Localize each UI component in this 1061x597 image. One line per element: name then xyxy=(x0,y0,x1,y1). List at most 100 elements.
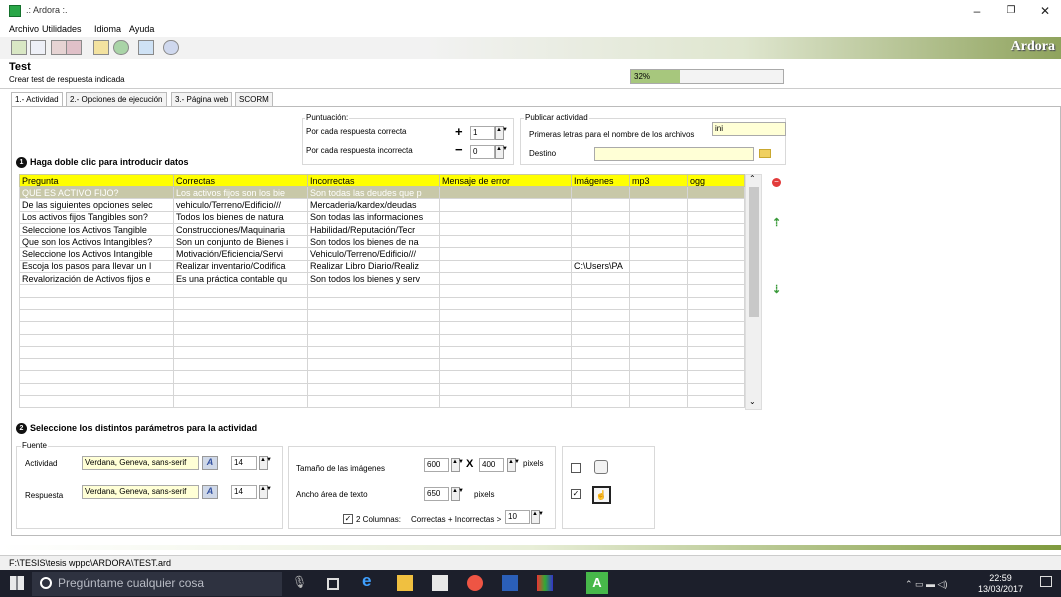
grid-cell[interactable]: Son todos los bienes y serv xyxy=(307,272,440,286)
microphone-icon[interactable]: 🎙 xyxy=(292,575,308,591)
chrome-icon[interactable] xyxy=(467,575,483,591)
preview-icon[interactable] xyxy=(93,40,109,55)
grid-cell[interactable] xyxy=(687,333,745,347)
grid-cell[interactable]: vehiculo/Terreno/Edificio/// xyxy=(173,198,308,212)
table-row[interactable]: Seleccione los Activos Tangible Construcc… xyxy=(19,222,745,237)
grid-cell[interactable] xyxy=(629,272,688,286)
export-icon[interactable] xyxy=(66,40,82,55)
grid-cell[interactable]: Construcciones/Maquinaria xyxy=(173,222,308,237)
package-icon[interactable] xyxy=(51,40,67,55)
grid-cell[interactable] xyxy=(173,296,308,310)
grid-cell[interactable] xyxy=(173,382,308,397)
table-row[interactable] xyxy=(19,284,745,298)
grid-cell[interactable] xyxy=(439,358,572,372)
store-icon[interactable] xyxy=(432,575,448,591)
menu-utilidades[interactable]: Utilidades xyxy=(42,24,82,34)
grid-cell[interactable] xyxy=(307,333,440,347)
grid-cell[interactable] xyxy=(629,395,688,409)
grid-cell[interactable] xyxy=(629,185,688,200)
grid-cell[interactable] xyxy=(629,308,688,323)
image-height-input[interactable]: 400 xyxy=(479,458,504,472)
menu-ayuda[interactable]: Ayuda xyxy=(129,24,154,34)
grid-column-header[interactable]: Imágenes xyxy=(571,174,630,187)
table-row[interactable]: Los activos fijos Tangibles son? Todos lo… xyxy=(19,210,745,224)
grid-cell[interactable] xyxy=(19,296,174,310)
activity-icon[interactable] xyxy=(11,40,27,55)
grid-cell[interactable] xyxy=(439,198,572,212)
grid-cell[interactable]: C:\Users\PA xyxy=(571,259,630,274)
grid-cell[interactable] xyxy=(173,358,308,372)
grid-cell[interactable] xyxy=(629,198,688,212)
grid-cell[interactable]: De las siguientes opciones selec xyxy=(19,198,174,212)
scroll-up-icon[interactable]: ⌃ xyxy=(749,174,756,183)
grid-cell[interactable]: Son todas las informaciones xyxy=(307,210,440,224)
grid-cell[interactable] xyxy=(439,235,572,249)
grid-cell[interactable] xyxy=(307,382,440,397)
grid-cell[interactable] xyxy=(439,321,572,335)
grid-cell[interactable] xyxy=(687,284,745,298)
grid-cell[interactable]: Realizar inventario/Codifica xyxy=(173,259,308,274)
grid-cell[interactable] xyxy=(687,308,745,323)
grid-cell[interactable]: Seleccione los Activos Tangible xyxy=(19,222,174,237)
move-down-icon[interactable]: ⇣ xyxy=(772,283,781,296)
grid-column-header[interactable]: Mensaje de error xyxy=(439,174,572,187)
grid-cell[interactable] xyxy=(173,395,308,409)
grid-cell[interactable] xyxy=(173,333,308,347)
destination-input[interactable] xyxy=(594,147,754,161)
grid-cell[interactable] xyxy=(571,247,630,261)
minimize-button[interactable]: – xyxy=(962,2,992,20)
windows-start-icon[interactable] xyxy=(10,576,24,590)
word-icon[interactable] xyxy=(502,575,518,591)
grid-cell[interactable] xyxy=(629,222,688,237)
settings-icon[interactable] xyxy=(138,40,154,55)
image-width-spinner[interactable]: ▲▼ xyxy=(451,458,464,472)
grid-cell[interactable] xyxy=(307,308,440,323)
table-row[interactable]: Revalorización de Activos fijos e Es una … xyxy=(19,272,745,286)
notifications-icon[interactable] xyxy=(1040,576,1052,587)
option-checkbox-1[interactable] xyxy=(571,463,581,473)
grid-cell[interactable] xyxy=(571,198,630,212)
grid-cell[interactable] xyxy=(571,296,630,310)
grid-cell[interactable]: Habilidad/Reputación/Tecr xyxy=(307,222,440,237)
grid-cell[interactable] xyxy=(571,210,630,224)
grid-cell[interactable] xyxy=(19,358,174,372)
grid-cell[interactable]: QUE ES ACTIVO FIJO? xyxy=(19,185,174,200)
scroll-thumb[interactable] xyxy=(749,187,759,317)
grid-cell[interactable] xyxy=(571,222,630,237)
grid-cell[interactable] xyxy=(571,345,630,360)
grid-cell[interactable] xyxy=(629,370,688,384)
task-view-icon[interactable] xyxy=(327,578,339,590)
cortana-search-box[interactable]: Pregúntame cualquier cosa xyxy=(32,572,282,596)
grid-cell[interactable] xyxy=(629,321,688,335)
two-columns-checkbox[interactable]: ✓ xyxy=(343,514,353,524)
tab-scorm[interactable]: SCORM xyxy=(235,92,273,106)
grid-cell[interactable] xyxy=(687,198,745,212)
table-row[interactable] xyxy=(19,358,745,372)
grid-cell[interactable] xyxy=(439,272,572,286)
grid-cell[interactable] xyxy=(687,272,745,286)
table-row[interactable]: QUE ES ACTIVO FIJO? Los activos fijos son… xyxy=(19,185,745,200)
grid-cell[interactable] xyxy=(687,222,745,237)
table-row[interactable] xyxy=(19,370,745,384)
system-tray-icons[interactable]: ⌃ ▭ ▬ ◁) xyxy=(905,579,947,590)
grid-cell[interactable] xyxy=(629,259,688,274)
grid-cell[interactable] xyxy=(687,321,745,335)
grid-cell[interactable] xyxy=(439,370,572,384)
grid-cell[interactable] xyxy=(173,345,308,360)
grid-cell[interactable]: Son todas las deudes que p xyxy=(307,185,440,200)
prefix-input[interactable]: ini xyxy=(712,122,786,136)
grid-cell[interactable] xyxy=(439,382,572,397)
grid-cell[interactable] xyxy=(439,222,572,237)
grid-cell[interactable] xyxy=(629,247,688,261)
file-explorer-icon[interactable] xyxy=(397,575,413,591)
grid-cell[interactable] xyxy=(687,296,745,310)
grid-cell[interactable]: Son un conjunto de Bienes i xyxy=(173,235,308,249)
grid-cell[interactable] xyxy=(571,185,630,200)
table-row[interactable] xyxy=(19,382,745,397)
incorrect-points-input[interactable]: 0 xyxy=(470,145,495,159)
grid-cell[interactable]: Que son los Activos Intangibles? xyxy=(19,235,174,249)
delete-row-icon[interactable]: − xyxy=(772,178,781,187)
table-row[interactable]: Que son los Activos Intangibles? Son un c… xyxy=(19,235,745,249)
grid-cell[interactable] xyxy=(307,358,440,372)
close-button[interactable]: ✕ xyxy=(1030,2,1060,20)
